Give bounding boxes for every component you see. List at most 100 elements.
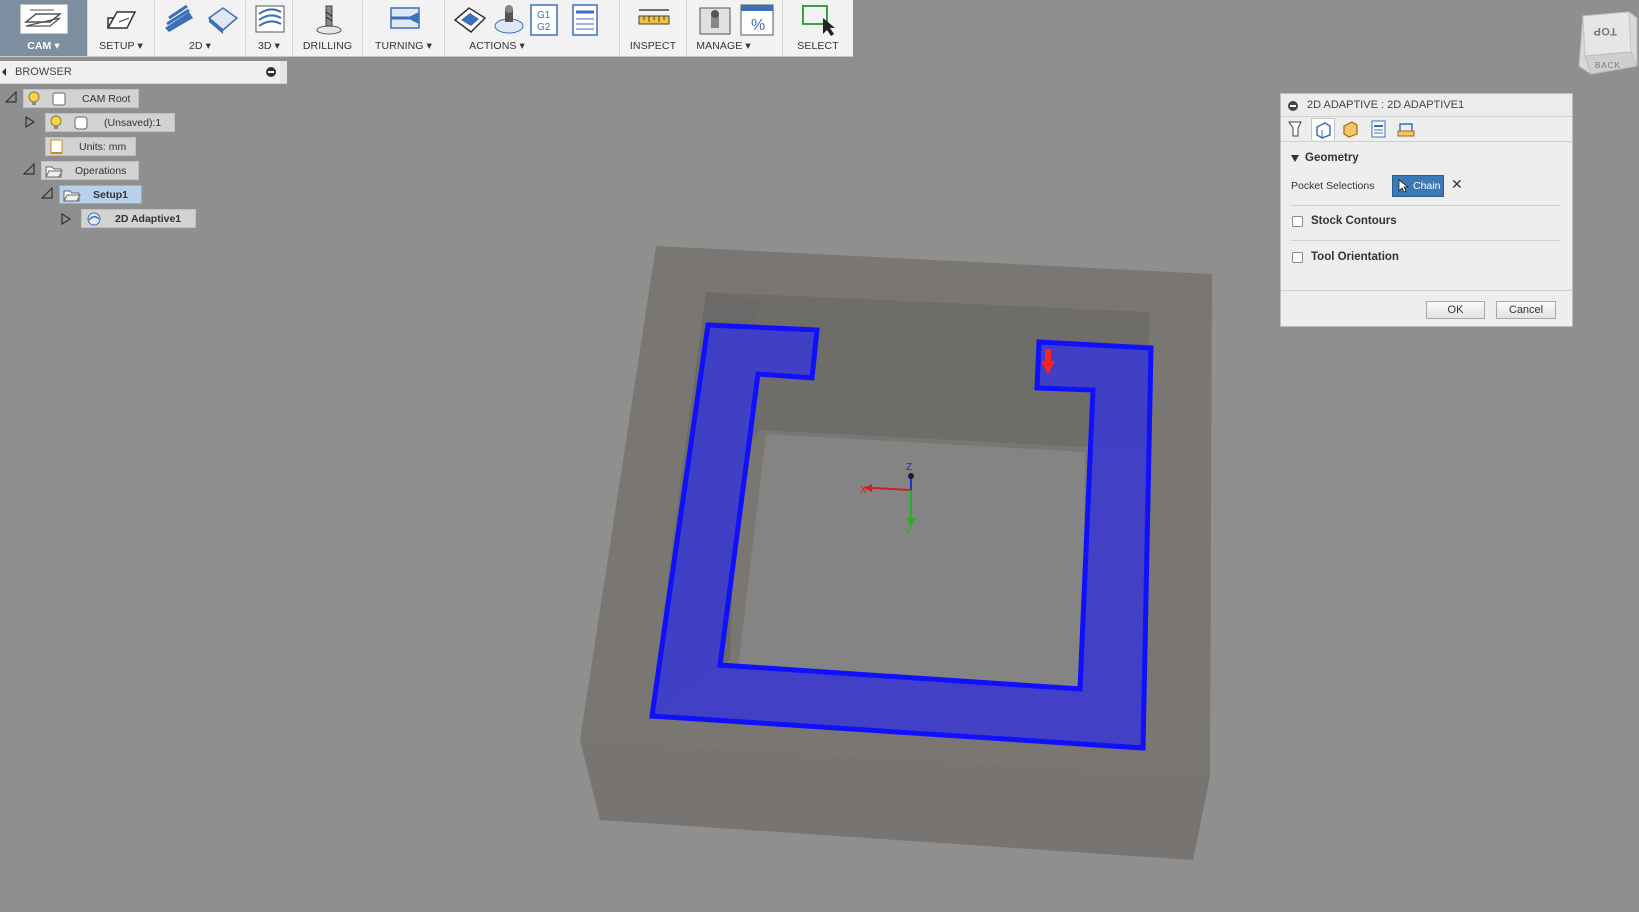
folder-open-icon — [45, 166, 63, 178]
heights-tab-icon — [1343, 121, 1358, 138]
2d-label: 2D ▾ — [188, 40, 211, 52]
select-button[interactable]: SELECT — [783, 0, 853, 56]
setup-menu-button[interactable]: SETUP ▾ — [88, 0, 155, 56]
manage-percent-text: % — [751, 17, 765, 34]
section-divider — [1291, 205, 1560, 206]
expand-toggle-unsaved-icon[interactable] — [25, 116, 35, 128]
stock-contours-label[interactable]: Stock Contours — [1311, 215, 1397, 227]
heights-tab[interactable] — [1339, 118, 1363, 140]
expand-toggle-operations-icon[interactable] — [23, 163, 35, 175]
geometry-tab-icon — [1316, 122, 1331, 139]
expand-toggle-setup-icon[interactable] — [41, 187, 53, 199]
cam-workspace-icon — [20, 4, 68, 34]
tree-item-label: 2D Adaptive1 — [115, 213, 182, 225]
linking-tab-icon — [1397, 123, 1415, 137]
tool-orientation-label[interactable]: Tool Orientation — [1311, 251, 1399, 263]
document-icon — [52, 92, 66, 106]
units-document-icon — [50, 139, 63, 154]
tree-item-units[interactable]: Units: mm — [45, 137, 136, 156]
expand-toggle-adaptive-icon[interactable] — [61, 213, 71, 225]
svg-text:G2: G2 — [537, 22, 551, 33]
tree-item-cam-root[interactable]: CAM Root — [23, 89, 139, 108]
pocket-selections-label: Pocket Selections — [1291, 180, 1375, 192]
dialog-minimize-icon[interactable] — [1288, 101, 1298, 111]
setup-label: SETUP ▾ — [99, 40, 143, 52]
manage-icon: % — [699, 4, 774, 36]
geometry-tab[interactable] — [1311, 118, 1335, 140]
geometry-section-header[interactable]: Geometry — [1305, 152, 1359, 164]
2d-adaptive-icon — [165, 4, 239, 34]
expand-toggle-cam-root-icon[interactable] — [5, 91, 17, 103]
dialog-footer-divider — [1281, 290, 1572, 291]
tree-item-label: Units: mm — [79, 141, 127, 153]
ok-button[interactable]: OK — [1426, 301, 1485, 319]
drilling-button[interactable]: DRILLING — [293, 0, 363, 56]
actions-label: ACTIONS ▾ — [469, 40, 525, 52]
simulate-icon[interactable] — [453, 7, 487, 33]
turning-icon — [390, 7, 420, 29]
simulate-tool-icon[interactable] — [494, 5, 524, 34]
viewcube-top-label[interactable]: TOP — [1593, 25, 1617, 37]
tool-tab-icon — [1288, 121, 1302, 137]
setup-sheet-icon[interactable] — [572, 4, 598, 36]
operation-dialog: 2D ADAPTIVE : 2D ADAPTIVE1 Geometry Pock… — [1280, 93, 1573, 327]
tree-item-label: Operations — [75, 165, 127, 177]
tree-item-label: CAM Root — [82, 93, 131, 105]
browser-title: BROWSER — [15, 66, 72, 78]
section-divider — [1291, 240, 1560, 241]
chain-button-label: Chain — [1413, 180, 1441, 192]
tool-orientation-checkbox[interactable] — [1292, 252, 1303, 263]
tree-item-unsaved[interactable]: (Unsaved):1 — [45, 113, 175, 132]
3d-adaptive-icon — [255, 5, 285, 33]
passes-tab[interactable] — [1367, 118, 1391, 140]
passes-tab-icon — [1371, 120, 1386, 138]
axis-z-label: Z — [906, 462, 912, 473]
drilling-label: DRILLING — [302, 40, 353, 52]
cancel-button[interactable]: Cancel — [1496, 301, 1556, 319]
actions-menu-button[interactable]: G1 G2 ACTIONS ▾ — [445, 0, 620, 56]
geometry-collapse-arrow-icon[interactable] — [1291, 155, 1299, 162]
dialog-tab-strip — [1281, 117, 1572, 142]
cam-workspace-button[interactable]: CAM ▾ — [0, 0, 88, 56]
setup-folder-icon — [63, 190, 81, 202]
visibility-bulb-icon[interactable] — [27, 91, 41, 107]
stock-contours-checkbox[interactable] — [1292, 216, 1303, 227]
dialog-title-bar[interactable]: 2D ADAPTIVE : 2D ADAPTIVE1 — [1281, 94, 1572, 117]
svg-text:G1: G1 — [537, 10, 551, 21]
3d-label: 3D ▾ — [257, 40, 280, 52]
viewcube[interactable]: TOP BACK — [1575, 8, 1639, 80]
manage-label: MANAGE ▾ — [696, 40, 751, 52]
dialog-title: 2D ADAPTIVE : 2D ADAPTIVE1 — [1307, 99, 1465, 111]
component-icon — [74, 116, 88, 130]
post-process-icon[interactable]: G1 G2 — [530, 4, 558, 36]
cam-workspace-label: CAM ▾ — [27, 40, 60, 52]
linking-tab[interactable] — [1395, 118, 1419, 140]
cursor-arrow-icon — [1398, 179, 1410, 193]
browser-resize-handle[interactable] — [280, 61, 287, 83]
tree-item-operations[interactable]: Operations — [41, 161, 139, 180]
visibility-bulb-icon[interactable] — [49, 115, 63, 131]
browser-minimize-icon[interactable] — [266, 67, 276, 77]
axis-x-label: X — [860, 485, 867, 496]
chain-selection-button[interactable]: Chain — [1392, 175, 1444, 197]
tool-tab[interactable] — [1284, 118, 1308, 140]
tree-item-setup1[interactable]: Setup1 — [59, 185, 142, 204]
viewcube-back-label[interactable]: BACK — [1595, 61, 1621, 70]
clear-selection-icon[interactable]: ✕ — [1451, 176, 1463, 193]
select-label: SELECT — [797, 40, 839, 52]
measure-icon — [638, 9, 670, 25]
ribbon-toolbar: CAM ▾ SETUP ▾ 2D ▾ 3D ▾ DRILLING TURNING… — [0, 0, 853, 57]
tree-item-label: Setup1 — [93, 189, 129, 201]
browser-collapse-arrow-icon[interactable] — [2, 68, 6, 76]
3d-menu-button[interactable]: 3D ▾ — [246, 0, 293, 56]
drill-icon — [316, 5, 342, 35]
2d-menu-button[interactable]: 2D ▾ — [155, 0, 246, 56]
adaptive-operation-icon — [87, 212, 101, 226]
browser-panel-header[interactable]: BROWSER — [0, 61, 287, 84]
axis-y-label: Y — [905, 527, 912, 538]
setup-icon — [106, 11, 137, 29]
tree-item-2d-adaptive1[interactable]: 2D Adaptive1 — [81, 209, 196, 228]
manage-menu-button[interactable]: % MANAGE ▾ — [687, 0, 783, 56]
tree-item-label: (Unsaved):1 — [104, 117, 162, 129]
select-icon — [802, 5, 835, 36]
